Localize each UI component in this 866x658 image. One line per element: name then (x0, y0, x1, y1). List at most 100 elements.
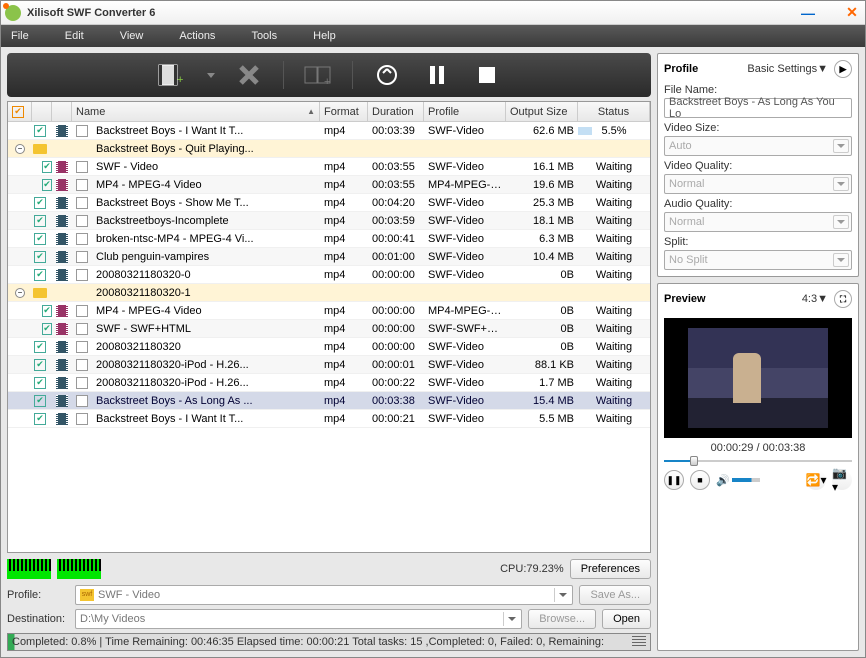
row-checkbox[interactable]: ✔ (42, 305, 52, 317)
row-checkbox[interactable]: ✔ (34, 251, 46, 263)
document-icon (76, 359, 88, 371)
pause-button[interactable] (421, 59, 453, 91)
task-list-icon[interactable] (632, 636, 646, 648)
menu-tools[interactable]: Tools (251, 30, 277, 42)
restart-button[interactable] (371, 59, 403, 91)
basic-settings-link[interactable]: Basic Settings▼ (747, 63, 828, 75)
table-row[interactable]: ✔20080321180320mp400:00:00SWF-Video0BWai… (8, 338, 650, 356)
collapse-icon[interactable]: − (15, 144, 25, 154)
table-row[interactable]: ✔MP4 - MPEG-4 Videomp400:03:55MP4-MPEG-4… (8, 176, 650, 194)
table-row[interactable]: ✔20080321180320-0mp400:00:00SWF-Video0BW… (8, 266, 650, 284)
row-name: Backstreet Boys - As Long As ... (92, 395, 320, 407)
aspect-ratio-link[interactable]: 4:3▼ (802, 293, 828, 305)
row-checkbox[interactable]: ✔ (34, 125, 46, 137)
chevron-down-icon[interactable] (833, 215, 849, 229)
row-checkbox[interactable]: ✔ (34, 197, 46, 209)
chevron-down-icon[interactable] (833, 253, 849, 267)
row-checkbox[interactable]: ✔ (42, 179, 52, 191)
add-dropdown-icon[interactable] (207, 73, 215, 78)
table-row[interactable]: ✔20080321180320-iPod - H.26...mp400:00:2… (8, 374, 650, 392)
profile-label: Profile: (7, 589, 69, 601)
menu-view[interactable]: View (120, 30, 144, 42)
chevron-down-icon[interactable] (503, 612, 519, 626)
seek-thumb[interactable] (690, 456, 698, 466)
merge-button[interactable]: + (302, 59, 334, 91)
table-row[interactable]: ✔Backstreet Boys - Show Me T...mp400:04:… (8, 194, 650, 212)
save-as-button[interactable]: Save As... (579, 585, 651, 605)
destination-combo[interactable]: D:\My Videos (75, 609, 522, 629)
col-duration[interactable]: Duration (368, 102, 424, 121)
table-row[interactable]: − 20080321180320-1 (8, 284, 650, 302)
preferences-button[interactable]: Preferences (570, 559, 651, 579)
chevron-down-icon[interactable] (833, 139, 849, 153)
audioq-select[interactable]: Normal (664, 212, 852, 232)
menu-help[interactable]: Help (313, 30, 336, 42)
collapse-icon[interactable]: − (15, 288, 25, 298)
add-file-button[interactable]: + (155, 59, 187, 91)
chevron-down-icon[interactable] (554, 588, 570, 602)
open-button[interactable]: Open (602, 609, 651, 629)
fullscreen-icon[interactable]: ⛶ (834, 290, 852, 308)
profile-combo[interactable]: swfSWF - Video (75, 585, 573, 605)
play-profile-icon[interactable]: ▶ (834, 60, 852, 78)
table-row[interactable]: ✔Backstreet Boys - I Want It T...mp400:0… (8, 410, 650, 428)
table-row[interactable]: ✔Backstreet Boys - As Long As ...mp400:0… (8, 392, 650, 410)
table-row[interactable]: ✔SWF - Videomp400:03:55SWF-Video16.1 MBW… (8, 158, 650, 176)
browse-button[interactable]: Browse... (528, 609, 596, 629)
split-select[interactable]: No Split (664, 250, 852, 270)
videosize-select[interactable]: Auto (664, 136, 852, 156)
table-row[interactable]: −Backstreet Boys - Quit Playing... (8, 140, 650, 158)
row-name: 20080321180320-iPod - H.26... (92, 377, 320, 389)
film-icon (56, 269, 68, 281)
row-checkbox[interactable]: ✔ (42, 323, 52, 335)
stop-button[interactable] (471, 59, 503, 91)
col-format[interactable]: Format (320, 102, 368, 121)
videoq-select[interactable]: Normal (664, 174, 852, 194)
row-checkbox[interactable]: ✔ (34, 377, 46, 389)
row-name: MP4 - MPEG-4 Video (92, 305, 320, 317)
filename-input[interactable]: Backstreet Boys - As Long As You Lo (664, 98, 852, 118)
row-checkbox[interactable]: ✔ (34, 395, 46, 407)
destination-label: Destination: (7, 613, 69, 625)
table-row[interactable]: ✔SWF - SWF+HTMLmp400:00:00SWF-SWF+H...0B… (8, 320, 650, 338)
chevron-down-icon[interactable] (833, 177, 849, 191)
filename-label: File Name: (664, 84, 852, 96)
table-row[interactable]: ✔Backstreet Boys - I Want It T...mp400:0… (8, 122, 650, 140)
stop-preview-button[interactable]: ■ (690, 470, 710, 490)
table-row[interactable]: ✔broken-ntsc-MP4 - MPEG-4 Vi...mp400:00:… (8, 230, 650, 248)
col-name[interactable]: Name▲ (72, 102, 320, 121)
row-checkbox[interactable]: ✔ (34, 269, 46, 281)
film-icon (56, 341, 68, 353)
table-row[interactable]: ✔20080321180320-iPod - H.26...mp400:00:0… (8, 356, 650, 374)
remove-button[interactable] (233, 59, 265, 91)
menu-actions[interactable]: Actions (179, 30, 215, 42)
menu-file[interactable]: File (11, 30, 29, 42)
table-row[interactable]: ✔Backstreetboys-Incompletemp400:03:59SWF… (8, 212, 650, 230)
folder-icon (33, 144, 47, 154)
volume-control[interactable]: 🔊 (716, 474, 760, 487)
seek-slider[interactable] (664, 456, 852, 466)
split-label: Split: (664, 236, 852, 248)
row-checkbox[interactable]: ✔ (34, 341, 46, 353)
row-checkbox[interactable]: ✔ (34, 359, 46, 371)
snapshot-icon[interactable]: 📷▾ (832, 470, 852, 490)
menu-edit[interactable]: Edit (65, 30, 84, 42)
row-name: 20080321180320-1 (92, 287, 320, 299)
play-pause-button[interactable]: ❚❚ (664, 470, 684, 490)
close-button[interactable]: ✕ (843, 4, 861, 22)
row-checkbox[interactable]: ✔ (34, 233, 46, 245)
select-all-checkbox[interactable]: ✔ (12, 106, 24, 118)
preview-video[interactable] (664, 318, 852, 438)
row-checkbox[interactable]: ✔ (34, 413, 46, 425)
col-output[interactable]: Output Size (506, 102, 578, 121)
col-status[interactable]: Status (578, 102, 650, 121)
table-row[interactable]: ✔Club penguin-vampiresmp400:01:00SWF-Vid… (8, 248, 650, 266)
maximize-button[interactable] (821, 4, 839, 22)
row-checkbox[interactable]: ✔ (42, 161, 52, 173)
col-profile[interactable]: Profile (424, 102, 506, 121)
minimize-button[interactable]: — (799, 4, 817, 22)
row-checkbox[interactable]: ✔ (34, 215, 46, 227)
table-row[interactable]: ✔MP4 - MPEG-4 Videomp400:00:00MP4-MPEG-4… (8, 302, 650, 320)
repeat-icon[interactable]: 🔁▾ (806, 470, 826, 490)
row-name: Club penguin-vampires (92, 251, 320, 263)
